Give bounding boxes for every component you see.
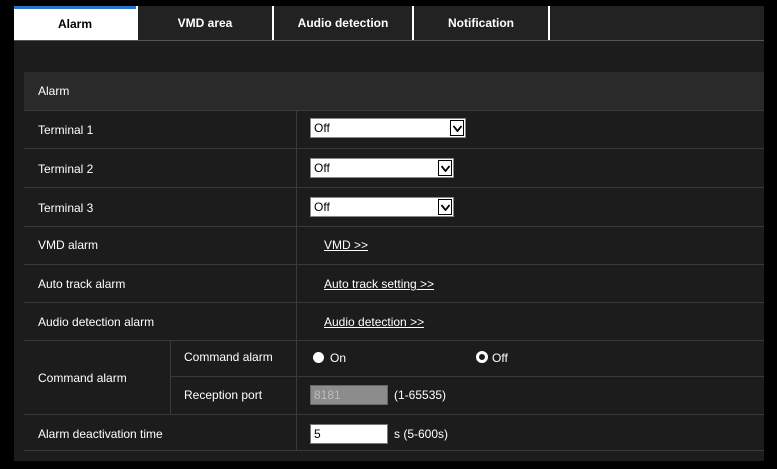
auto-track-alarm-label: Auto track alarm — [38, 277, 126, 291]
vmd-link[interactable]: VMD >> — [324, 238, 368, 252]
tab-audio-detection[interactable]: Audio detection — [274, 6, 412, 40]
terminal-1-label: Terminal 1 — [38, 123, 94, 137]
column-divider — [170, 340, 171, 414]
row-divider — [24, 414, 764, 415]
chevron-down-icon — [450, 120, 464, 136]
alarm-deactivation-time-label: Alarm deactivation time — [38, 427, 163, 441]
alarm-deactivation-time-input[interactable]: 5 — [310, 424, 388, 444]
row-divider — [170, 376, 764, 377]
auto-track-setting-link[interactable]: Auto track setting >> — [324, 277, 434, 291]
chevron-down-icon — [438, 160, 452, 176]
reception-port-label: Reception port — [184, 388, 263, 402]
command-alarm-group-label: Command alarm — [38, 371, 127, 385]
row-divider — [24, 340, 764, 341]
row-divider — [24, 302, 764, 303]
command-alarm-on-radio[interactable] — [313, 352, 324, 363]
command-alarm-sub-label: Command alarm — [184, 350, 273, 364]
tab-notification[interactable]: Notification — [414, 6, 548, 40]
terminal-3-select[interactable]: Off — [310, 197, 454, 217]
row-divider — [24, 110, 764, 111]
tab-bar: Alarm VMD area Audio detection Notificat… — [14, 6, 764, 40]
section-header: Alarm — [24, 72, 764, 110]
terminal-2-value: Off — [314, 161, 330, 175]
row-divider — [24, 450, 764, 451]
column-divider — [296, 110, 297, 450]
tab-underline — [14, 40, 764, 41]
audio-detection-alarm-label: Audio detection alarm — [38, 315, 155, 329]
chevron-down-icon — [438, 199, 452, 215]
tab-vmd-area[interactable]: VMD area — [138, 6, 272, 40]
alarm-deactivation-time-unit: s (5-600s) — [394, 427, 449, 441]
terminal-2-label: Terminal 2 — [38, 162, 94, 176]
terminal-2-select[interactable]: Off — [310, 158, 454, 178]
row-divider — [24, 226, 764, 227]
reception-port-range: (1-65535) — [394, 388, 447, 402]
tab-bar-fill — [550, 6, 764, 40]
terminal-1-value: Off — [314, 121, 330, 135]
row-divider — [24, 264, 764, 265]
terminal-3-label: Terminal 3 — [38, 201, 94, 215]
command-alarm-on-label[interactable]: On — [330, 351, 346, 365]
command-alarm-off-label[interactable]: Off — [492, 351, 508, 365]
reception-port-input[interactable]: 8181 — [310, 385, 388, 405]
command-alarm-off-radio[interactable] — [476, 351, 488, 363]
terminal-1-select[interactable]: Off — [310, 118, 466, 138]
vmd-alarm-label: VMD alarm — [38, 238, 99, 252]
terminal-3-value: Off — [314, 200, 330, 214]
audio-detection-link[interactable]: Audio detection >> — [324, 315, 424, 329]
row-divider — [24, 148, 764, 149]
row-divider — [24, 187, 764, 188]
tab-alarm[interactable]: Alarm — [14, 6, 136, 40]
section-title: Alarm — [38, 84, 70, 98]
